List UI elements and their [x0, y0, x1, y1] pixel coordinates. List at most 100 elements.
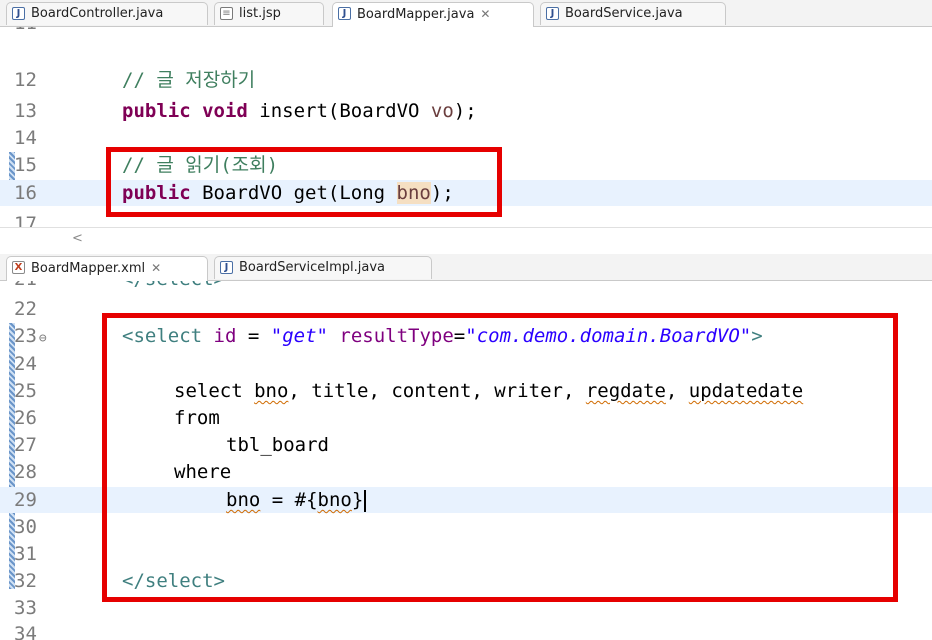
keyword: void: [202, 100, 248, 122]
line-number: 17: [14, 213, 37, 227]
line-number: 21: [14, 281, 54, 292]
java-file-icon: J: [220, 261, 233, 274]
spellcheck-word: bno: [226, 489, 261, 511]
spellcheck-word: bno: [317, 489, 352, 511]
xml-editor[interactable]: 21 </select> 22 23⊖ <select id = "get" r…: [0, 281, 932, 640]
tab-label: BoardService.java: [565, 6, 683, 21]
line-number: 23 ⊖: [14, 323, 74, 352]
java-editor[interactable]: 11 12 // 글 저장하기 13 public void insert(Bo…: [0, 27, 932, 227]
tab-boardmapper-xml[interactable]: X BoardMapper.xml ✕: [6, 256, 208, 281]
code-line: 13 public void insert(BoardVO vo);: [0, 98, 932, 124]
line-number: 11: [14, 27, 54, 36]
spellcheck-word: bno: [254, 380, 289, 402]
tab-label: BoardController.java: [31, 6, 164, 21]
line-number: 15: [14, 154, 37, 176]
editor-tab-bar-top: J BoardController.java ≡ list.jsp J BoardMa…: [0, 0, 932, 27]
current-code-line: 16 public BoardVO get(Long bno);: [0, 180, 932, 206]
tab-label: list.jsp: [239, 6, 281, 21]
code-line: 26 from: [0, 405, 932, 431]
code-text: insert(BoardVO: [247, 100, 431, 122]
tab-list-jsp[interactable]: ≡ list.jsp: [214, 2, 324, 25]
line-number: 27: [14, 434, 37, 456]
parameter: vo: [430, 100, 454, 122]
code-text: , title, content, writer,: [288, 380, 586, 402]
code-line: 15 // 글 읽기(조회): [0, 152, 932, 178]
line-number: 31: [14, 543, 37, 565]
line-number: 28: [14, 461, 37, 483]
line-number: 22: [14, 298, 37, 320]
code-text: select: [174, 380, 255, 402]
keyword: public: [122, 182, 191, 204]
code-line: 14: [0, 125, 932, 151]
code-text: =: [236, 325, 271, 347]
tab-label: BoardMapper.xml: [31, 261, 146, 276]
code-text: from: [174, 407, 220, 429]
highlighted-parameter: bno: [396, 182, 431, 204]
line-number: 34: [14, 623, 37, 640]
code-line: 28 where: [0, 459, 932, 485]
line-number: 29: [14, 489, 37, 511]
horizontal-scrollbar[interactable]: <: [0, 227, 932, 255]
line-number: 12: [14, 69, 37, 91]
code-line: 31: [0, 541, 932, 567]
line-number: 33: [14, 597, 37, 619]
xml-attribute: id: [213, 325, 237, 347]
tab-boardservice-java[interactable]: J BoardService.java: [540, 2, 726, 25]
xml-tag: </select>: [122, 570, 225, 592]
scroll-left-icon[interactable]: <: [72, 231, 83, 246]
close-tab-icon[interactable]: ✕: [480, 7, 490, 21]
text-cursor: [364, 489, 367, 512]
code-line: 22: [0, 296, 932, 322]
current-code-line: 29 bno = #{bno}: [0, 487, 932, 513]
code-comment: // 글 읽기(조회): [122, 154, 279, 176]
code-line: 27 tbl_board: [0, 432, 932, 458]
code-text: =: [453, 325, 466, 347]
code-line: 21 </select>: [0, 281, 932, 292]
editor-tab-bar-bottom: X BoardMapper.xml ✕ J BoardServiceImpl.java: [0, 254, 932, 281]
line-number: 32: [14, 570, 37, 592]
attribute-value: "com.demo.domain.BoardVO": [465, 325, 752, 347]
spellcheck-word: updatedate: [688, 380, 804, 402]
jsp-file-icon: ≡: [220, 7, 233, 20]
close-tab-icon[interactable]: ✕: [151, 261, 161, 275]
keyword: public: [122, 100, 191, 122]
line-number: 30: [14, 516, 37, 538]
line-number: 16: [14, 182, 37, 204]
fold-collapse-icon[interactable]: ⊖: [39, 331, 47, 346]
code-line: 34: [0, 621, 932, 640]
tab-boardserviceimpl-java[interactable]: J BoardServiceImpl.java: [214, 256, 432, 279]
java-file-icon: J: [12, 7, 25, 20]
code-text: );: [430, 182, 454, 204]
line-number: 25: [14, 380, 37, 402]
code-text: );: [453, 100, 477, 122]
line-number: 24: [14, 353, 37, 375]
code-text: }: [351, 489, 364, 511]
line-number: 26: [14, 407, 37, 429]
xml-attribute: resultType: [339, 325, 454, 347]
java-file-icon: J: [338, 7, 351, 20]
code-line: 33: [0, 595, 932, 621]
xml-tag: </select>: [122, 281, 225, 292]
code-comment: // 글 저장하기: [122, 69, 256, 91]
code-line: 32 </select>: [0, 568, 932, 594]
code-text: BoardVO get(Long: [190, 182, 397, 204]
code-line: 24: [0, 351, 932, 377]
tab-boardcontroller-java[interactable]: J BoardController.java: [6, 2, 208, 25]
code-line: 11: [0, 27, 932, 36]
tab-boardmapper-java[interactable]: J BoardMapper.java ✕: [332, 2, 534, 27]
line-number: 13: [14, 100, 37, 122]
code-line: 12 // 글 저장하기: [0, 67, 932, 93]
code-line: 30: [0, 514, 932, 540]
code-text: = #{: [260, 489, 318, 511]
attribute-value: "get": [270, 325, 328, 347]
line-number: 14: [14, 127, 37, 149]
xml-tag: <select: [122, 325, 203, 347]
code-text: tbl_board: [226, 434, 329, 456]
java-file-icon: J: [546, 7, 559, 20]
code-line: 25 select bno, title, content, writer, r…: [0, 378, 932, 404]
code-text: ,: [665, 380, 689, 402]
tab-label: BoardMapper.java: [357, 7, 475, 22]
code-line: 17: [0, 211, 932, 227]
spellcheck-word: regdate: [585, 380, 666, 402]
code-text: where: [174, 461, 232, 483]
